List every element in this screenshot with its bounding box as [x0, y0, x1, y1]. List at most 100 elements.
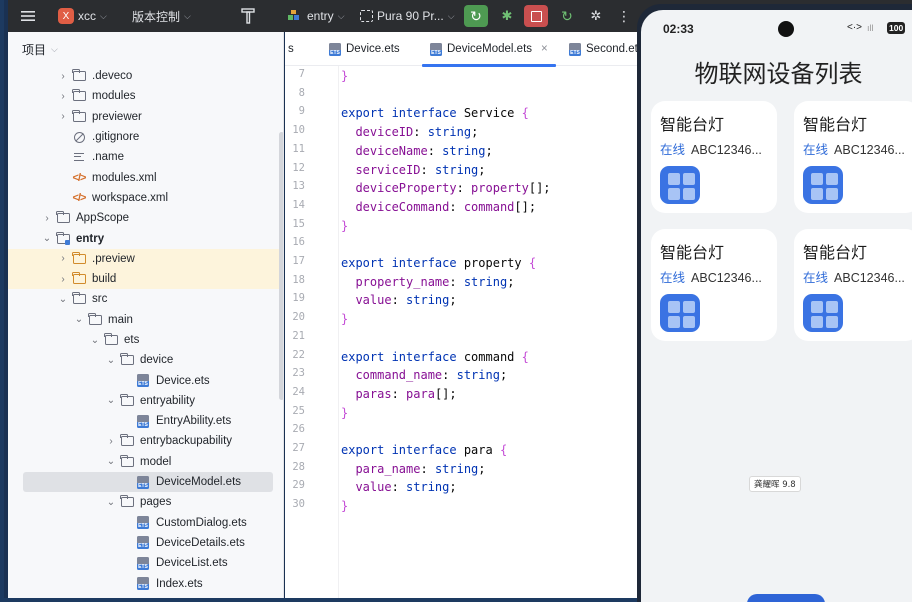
tree-item[interactable]: ETS DeviceList.ets — [8, 553, 283, 573]
code-token: para_name — [341, 461, 421, 476]
code-token: } — [341, 499, 349, 514]
folder-icon — [72, 272, 86, 285]
tree-item[interactable]: .name — [8, 147, 283, 167]
tree-item[interactable]: › previewer — [8, 107, 283, 127]
tree-item-label: .preview — [92, 252, 135, 265]
chevron-down-icon[interactable]: ⌄ — [106, 497, 116, 508]
chevron-right-icon[interactable]: › — [58, 71, 68, 82]
attach-debugger-button[interactable]: ✲ — [584, 5, 608, 27]
tree-item[interactable]: › entrybackupability — [8, 431, 283, 451]
module-selector[interactable]: entry ⌵ — [287, 0, 345, 32]
chevron-down-icon[interactable]: ⌄ — [106, 456, 116, 467]
tree-item[interactable]: ⌄ device — [8, 350, 283, 370]
tree-item[interactable]: ⌄ entry — [8, 228, 283, 248]
stop-button[interactable] — [524, 5, 548, 27]
device-card[interactable]: 智能台灯在线 ABC12346... — [794, 101, 912, 213]
project-panel-title: 项目 — [22, 42, 47, 57]
tree-item-label: CustomDialog.ets — [156, 516, 247, 529]
chevron-right-icon[interactable]: › — [58, 253, 68, 264]
folder-icon — [120, 454, 134, 468]
code-token: para — [463, 443, 500, 457]
device-id: ABC12346... — [691, 143, 762, 157]
project-selector[interactable]: X xcc ⌵ — [58, 0, 107, 32]
chevron-right-icon[interactable]: › — [58, 274, 68, 285]
editor-tab[interactable]: ETS Second.ets — [569, 32, 637, 66]
tree-item[interactable]: ETS Index.ets — [8, 573, 283, 593]
tree-item[interactable]: › AppScope — [8, 208, 283, 228]
bottom-action-button[interactable] — [747, 594, 825, 602]
chevron-down-icon[interactable]: ⌄ — [90, 335, 100, 346]
tree-item[interactable]: › build — [8, 268, 283, 290]
device-card[interactable]: 智能台灯 在线 ABC12346... — [794, 229, 912, 341]
run-button[interactable]: ↻ — [464, 5, 488, 27]
editor-tab[interactable]: ETS Device.ets — [329, 32, 400, 66]
tree-item-label: build — [92, 273, 117, 286]
device-card[interactable]: 智能台灯 在线 ABC12346... — [651, 229, 777, 341]
more-button[interactable]: ⋮ — [612, 5, 636, 27]
chevron-right-icon[interactable]: › — [58, 91, 68, 102]
main-menu-button[interactable] — [20, 0, 36, 32]
hammer-icon — [241, 8, 255, 24]
tree-item[interactable]: ⌄ model — [8, 452, 283, 472]
tree-item[interactable]: › modules — [8, 86, 283, 106]
tree-item[interactable]: ETS Device.ets — [8, 370, 283, 390]
editor-tab[interactable]: s — [288, 32, 294, 66]
device-card[interactable]: 智能台灯 在线 ABC12346... — [651, 101, 777, 213]
debug-button[interactable]: ✱ — [495, 5, 519, 27]
apply-changes-button[interactable]: ↻ — [555, 5, 579, 27]
chevron-right-icon[interactable]: › — [58, 111, 68, 122]
line-number: 14 — [292, 198, 305, 211]
tree-item[interactable]: › .deveco — [8, 66, 283, 86]
code-token: export interface — [341, 349, 464, 364]
chevron-down-icon[interactable]: ⌄ — [106, 395, 116, 406]
chevron-down-icon[interactable]: ⌄ — [106, 355, 116, 366]
tree-item[interactable]: ⌄ src — [8, 289, 283, 309]
chevron-down-icon[interactable]: ⌄ — [74, 314, 84, 325]
tree-item[interactable]: .gitignore — [8, 127, 283, 147]
tree-item[interactable]: ⌄ entryability — [8, 391, 283, 411]
chevron-down-icon: ⌵ — [184, 10, 191, 21]
device-name: 智能台灯 — [803, 115, 868, 134]
chevron-right-icon[interactable]: › — [42, 213, 52, 224]
tools-button[interactable] — [240, 0, 258, 32]
tree-item[interactable]: ⌄ pages — [8, 492, 283, 512]
line-number: 25 — [292, 404, 305, 417]
device-selector[interactable]: Pura 90 Pr... ⌵ — [360, 0, 455, 32]
module-folder-icon — [56, 231, 70, 245]
code-line: export interface command { — [341, 348, 529, 367]
editor-tab[interactable]: ETS DeviceModel.ets × — [422, 32, 556, 67]
code-token: } — [341, 218, 349, 233]
vcs-menu[interactable]: 版本控制 ⌵ — [132, 0, 191, 32]
tree-item[interactable]: </> workspace.xml — [8, 188, 283, 208]
editor-tab-label: s — [288, 43, 294, 55]
tree-item[interactable]: </> modules.xml — [8, 167, 283, 187]
icon-glyph — [72, 69, 86, 82]
icon-glyph — [72, 292, 86, 305]
icon-glyph: ETS — [137, 577, 149, 591]
tree-item[interactable]: ETS DeviceDetails.ets — [8, 533, 283, 553]
device-meta: 在线 ABC12346... — [803, 139, 905, 158]
tree-item[interactable]: ETS DeviceModel.ets — [8, 471, 283, 492]
tree-item[interactable]: › .preview — [8, 248, 283, 269]
tree-scrollbar[interactable] — [279, 132, 283, 400]
line-number: 9 — [298, 105, 305, 118]
chevron-right-icon[interactable]: › — [106, 436, 116, 447]
chevron-down-icon[interactable]: ⌄ — [42, 233, 52, 244]
project-panel-header[interactable]: 项目 ⌵ — [8, 32, 283, 66]
tree-item[interactable]: ETS CustomDialog.ets — [8, 513, 283, 533]
line-number: 18 — [292, 273, 305, 286]
code-token: : — [456, 181, 472, 196]
close-tab-icon[interactable]: × — [541, 43, 548, 55]
icon-glyph — [56, 231, 70, 245]
device-status: 在线 — [803, 271, 829, 285]
tree-item[interactable]: ⌄ ets — [8, 330, 283, 350]
chevron-down-icon[interactable]: ⌄ — [58, 294, 68, 305]
grid-cell — [826, 173, 838, 185]
code-token: : — [391, 293, 407, 308]
tree-item[interactable]: ETS EntryAbility.ets — [8, 411, 283, 431]
tree-item[interactable]: ⌄ main — [8, 310, 283, 330]
line-number: 26 — [292, 423, 305, 436]
chevron-down-icon: ⌵ — [337, 10, 345, 21]
grid-cell — [826, 188, 838, 200]
line-number: 16 — [292, 236, 305, 249]
